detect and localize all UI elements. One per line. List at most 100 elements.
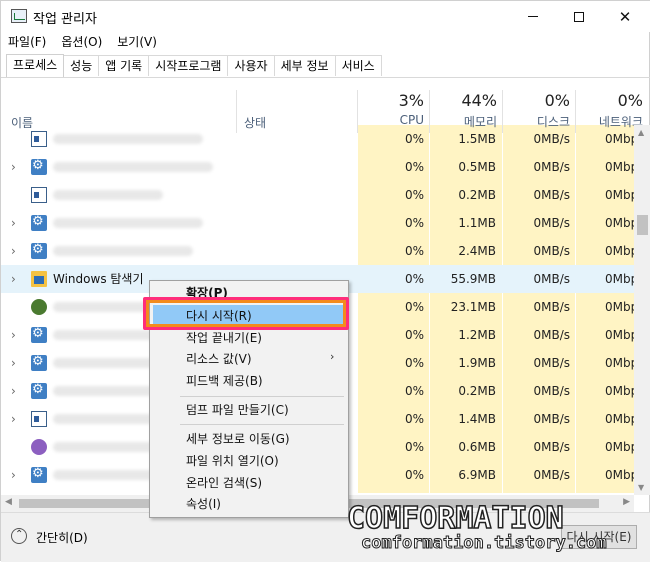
- menu-item-search-online[interactable]: 온라인 검색(S): [186, 472, 262, 494]
- close-icon: ✕: [618, 7, 632, 26]
- gear-icon: [31, 158, 47, 175]
- expand-chevron-icon[interactable]: ›: [11, 216, 16, 230]
- column-disk[interactable]: 0% 디스크: [503, 78, 570, 133]
- network-value: 0Mbp: [605, 468, 634, 482]
- menu-item-feedback[interactable]: 피드백 제공(B): [186, 370, 263, 392]
- blurred-process-name: [53, 246, 193, 256]
- minimize-button[interactable]: [510, 1, 556, 32]
- blurred-process-name: [53, 162, 213, 172]
- gear-icon: [31, 466, 47, 483]
- process-row[interactable]: 0% 0.2MB 0MB/s 0Mbp: [1, 181, 634, 209]
- column-name[interactable]: 이름: [11, 114, 33, 131]
- disk-value: 0MB/s: [533, 412, 570, 426]
- menu-item-end-task[interactable]: 작업 끝내기(E): [186, 327, 262, 349]
- expand-chevron-icon[interactable]: ›: [11, 160, 16, 174]
- network-value: 0Mbp: [605, 328, 634, 342]
- cpu-total: 3%: [398, 91, 424, 110]
- memory-value: 0.5MB: [458, 160, 496, 174]
- menu-item-create-dump[interactable]: 덤프 파일 만들기(C): [186, 399, 289, 421]
- expand-chevron-icon[interactable]: ›: [11, 272, 16, 286]
- cpu-value: 0%: [404, 412, 424, 426]
- tab-services[interactable]: 서비스: [334, 55, 382, 76]
- menu-item-properties[interactable]: 속성(I): [186, 493, 221, 515]
- disk-total: 0%: [544, 91, 570, 110]
- disk-value: 0MB/s: [533, 244, 570, 258]
- window-icon: [31, 187, 47, 203]
- menu-options[interactable]: 옵션(O): [61, 32, 102, 52]
- folder-icon: [31, 271, 47, 287]
- tab-strip: 프로세스 성능 앱 기록 시작프로그램 사용자 세부 정보 서비스: [6, 54, 382, 77]
- expand-chevron-icon[interactable]: ›: [11, 328, 16, 342]
- expand-chevron-icon[interactable]: ›: [11, 356, 16, 370]
- column-divider: [236, 90, 237, 133]
- memory-value: 1.9MB: [458, 356, 496, 370]
- memory-label: 메모리: [463, 115, 497, 129]
- minimize-icon: [528, 16, 538, 17]
- menu-file[interactable]: 파일(F): [8, 32, 46, 52]
- menu-item-go-to-details[interactable]: 세부 정보로 이동(G): [186, 428, 290, 450]
- gear-icon: [31, 326, 47, 343]
- network-value: 0Mbp: [605, 216, 634, 230]
- column-status[interactable]: 상태: [244, 114, 266, 131]
- blurred-process-name: [53, 134, 203, 144]
- disk-value: 0MB/s: [533, 188, 570, 202]
- expand-chevron-icon[interactable]: ›: [11, 468, 16, 482]
- process-row[interactable]: › 0% 1.1MB 0MB/s 0Mbp: [1, 209, 634, 237]
- network-value: 0Mbp: [605, 160, 634, 174]
- column-memory[interactable]: 44% 메모리: [430, 78, 497, 133]
- memory-value: 55.9MB: [450, 272, 496, 286]
- gear-icon: [31, 242, 47, 259]
- scroll-left-icon[interactable]: ◀: [5, 497, 12, 507]
- cpu-label: CPU: [399, 113, 424, 127]
- process-row[interactable]: › 0% 2.4MB 0MB/s 0Mbp: [1, 237, 634, 265]
- menu-separator: [180, 424, 344, 425]
- tab-performance[interactable]: 성능: [63, 55, 100, 76]
- close-button[interactable]: ✕: [602, 1, 648, 32]
- gear-icon: [31, 382, 47, 399]
- cpu-value: 0%: [404, 188, 424, 202]
- title-bar: 작업 관리자 ✕: [1, 1, 650, 32]
- memory-value: 1.4MB: [458, 412, 496, 426]
- vertical-scrollbar[interactable]: ▲ ▼: [634, 125, 650, 495]
- tab-users[interactable]: 사용자: [227, 55, 275, 76]
- network-value: 0Mbp: [605, 384, 634, 398]
- submenu-arrow-icon: ›: [330, 350, 335, 363]
- tab-app-history[interactable]: 앱 기록: [98, 55, 150, 76]
- expand-chevron-icon[interactable]: ›: [11, 244, 16, 258]
- memory-value: 23.1MB: [450, 300, 496, 314]
- process-row[interactable]: › 0% 0.5MB 0MB/s 0Mbp: [1, 153, 634, 181]
- scroll-down-icon[interactable]: ▼: [638, 483, 644, 492]
- scroll-up-icon[interactable]: ▲: [638, 128, 644, 137]
- cpu-value: 0%: [404, 468, 424, 482]
- tab-processes[interactable]: 프로세스: [6, 54, 65, 77]
- scroll-right-icon[interactable]: ▶: [623, 497, 630, 507]
- memory-value: 0.2MB: [458, 188, 496, 202]
- maximize-icon: [574, 11, 584, 22]
- fewer-details-link[interactable]: 간단히(D): [36, 529, 88, 546]
- collapse-icon[interactable]: [11, 528, 27, 544]
- task-manager-window: 작업 관리자 ✕ 파일(F) 옵션(O) 보기(V) 프로세스 성능 앱 기록 …: [0, 0, 650, 562]
- menu-item-open-file-location[interactable]: 파일 위치 열기(O): [186, 450, 279, 472]
- expand-chevron-icon[interactable]: ›: [11, 412, 16, 426]
- vertical-scroll-thumb[interactable]: [637, 215, 648, 235]
- expand-chevron-icon[interactable]: ›: [11, 384, 16, 398]
- tab-startup[interactable]: 시작프로그램: [148, 55, 229, 76]
- cpu-value: 0%: [404, 356, 424, 370]
- column-cpu[interactable]: 3% CPU: [358, 78, 424, 133]
- menu-view[interactable]: 보기(V): [117, 32, 157, 52]
- menu-item-resource-values[interactable]: 리소스 값(V): [186, 348, 252, 370]
- cpu-value: 0%: [404, 328, 424, 342]
- disk-value: 0MB/s: [533, 328, 570, 342]
- disk-value: 0MB/s: [533, 300, 570, 314]
- cpu-value: 0%: [404, 244, 424, 258]
- menu-bar: 파일(F) 옵션(O) 보기(V): [1, 32, 650, 52]
- watermark-url: comformation.tistory.com: [361, 533, 608, 554]
- gear-icon: [31, 214, 47, 231]
- maximize-button[interactable]: [556, 1, 602, 32]
- network-value: 0Mbp: [605, 300, 634, 314]
- network-value: 0Mbp: [605, 440, 634, 454]
- window-icon: [31, 411, 47, 427]
- cpu-value: 0%: [404, 160, 424, 174]
- tab-details[interactable]: 세부 정보: [273, 55, 336, 76]
- column-network[interactable]: 0% 네트워크: [576, 78, 643, 133]
